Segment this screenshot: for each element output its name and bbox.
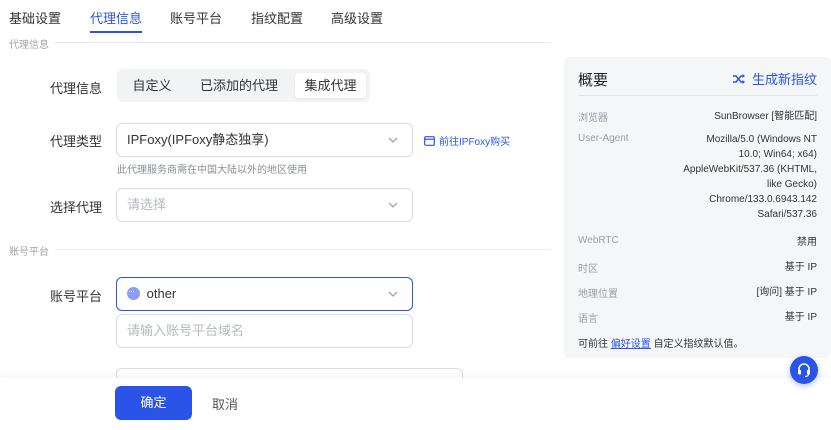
account-platform-select[interactable]: other — [116, 275, 413, 311]
tab-basic[interactable]: 基础设置 — [9, 8, 61, 27]
buy-ipfoxy-link[interactable]: 前往IPFoxy购买 — [424, 133, 510, 148]
generate-fingerprint-button[interactable]: 生成新指纹 — [732, 69, 817, 88]
proxy-type-value: IPFoxy(IPFoxy静态独享) — [127, 132, 269, 147]
select-proxy-placeholder: 请选择 — [127, 197, 167, 212]
select-proxy-label: 选择代理 — [50, 200, 103, 215]
overview-divider — [578, 95, 817, 96]
platform-domain-input[interactable]: 请输入账号平台域名 — [116, 314, 413, 348]
proxy-type-select[interactable]: IPFoxy(IPFoxy静态独享) — [116, 123, 413, 157]
overview-footer-prefix: 可前往 — [578, 339, 608, 350]
kv-label-timezone: 时区 — [578, 264, 598, 275]
buy-ipfoxy-text: 前往IPFoxy购买 — [439, 137, 511, 148]
kv-value-user-agent: Mozilla/5.0 (Windows NT 10.0; Win64; x64… — [683, 134, 817, 220]
tab-proxy[interactable]: 代理信息 — [90, 8, 142, 27]
section-title-account: 账号平台 — [9, 243, 55, 258]
support-button[interactable] — [790, 356, 818, 384]
chevron-down-icon — [388, 202, 398, 208]
overview-footer-suffix: 自定义指纹默认值。 — [653, 339, 744, 350]
kv-label-webrtc: WebRTC — [578, 235, 619, 246]
tab-advanced[interactable]: 高级设置 — [331, 8, 383, 27]
confirm-button[interactable]: 确定 — [115, 386, 192, 420]
tab-fingerprint[interactable]: 指纹配置 — [251, 8, 303, 27]
overview-title: 概要 — [578, 72, 609, 89]
mode-integrated-proxy[interactable]: 集成代理 — [295, 73, 366, 98]
kv-label-language: 语言 — [578, 314, 598, 325]
window-icon — [424, 135, 435, 146]
mode-custom[interactable]: 自定义 — [121, 73, 183, 98]
account-platform-label: 账号平台 — [50, 289, 103, 304]
kv-value-browser: SunBrowser [智能匹配] — [714, 111, 817, 122]
chevron-down-icon — [388, 137, 398, 143]
kv-value-language: 基于 IP — [784, 312, 817, 323]
overview-panel: 概要 生成新指纹 浏览器 SunBrowser [智能匹配] User-Agen… — [564, 57, 831, 358]
active-tab-indicator — [90, 31, 142, 33]
kv-value-webrtc: 禁用 — [797, 237, 817, 248]
kv-label-browser: 浏览器 — [578, 113, 608, 124]
tab-bar: 基础设置 代理信息 账号平台 指纹配置 高级设置 — [0, 0, 831, 34]
select-proxy-dropdown[interactable]: 请选择 — [116, 188, 413, 222]
tab-account[interactable]: 账号平台 — [170, 8, 222, 27]
other-platform-icon — [127, 275, 140, 307]
generate-fingerprint-label: 生成新指纹 — [751, 72, 817, 87]
kv-value-timezone: 基于 IP — [784, 262, 817, 273]
section-divider — [9, 42, 551, 43]
proxy-help-text: 此代理服务商需在中国大陆以外的地区使用 — [117, 165, 307, 176]
proxy-info-label: 代理信息 — [50, 81, 103, 96]
chevron-down-icon — [388, 291, 398, 297]
cancel-button[interactable]: 取消 — [212, 394, 238, 413]
kv-value-geolocation: [询问] 基于 IP — [756, 287, 817, 298]
account-platform-value: other — [146, 286, 177, 301]
section-title-proxy: 代理信息 — [9, 36, 55, 51]
platform-domain-placeholder: 请输入账号平台域名 — [127, 323, 245, 338]
kv-label-user-agent: User-Agent — [578, 133, 629, 144]
mode-added-proxy[interactable]: 已添加的代理 — [187, 73, 291, 98]
headset-icon — [798, 363, 810, 378]
shuffle-icon — [732, 73, 745, 84]
proxy-mode-switch: 自定义 已添加的代理 集成代理 — [117, 69, 370, 102]
proxy-type-label: 代理类型 — [50, 134, 103, 149]
kv-label-geolocation: 地理位置 — [578, 289, 618, 300]
overview-footer: 可前往 偏好设置 自定义指纹默认值。 — [578, 335, 744, 350]
section-divider — [9, 249, 551, 250]
preferences-link[interactable]: 偏好设置 — [611, 339, 651, 350]
